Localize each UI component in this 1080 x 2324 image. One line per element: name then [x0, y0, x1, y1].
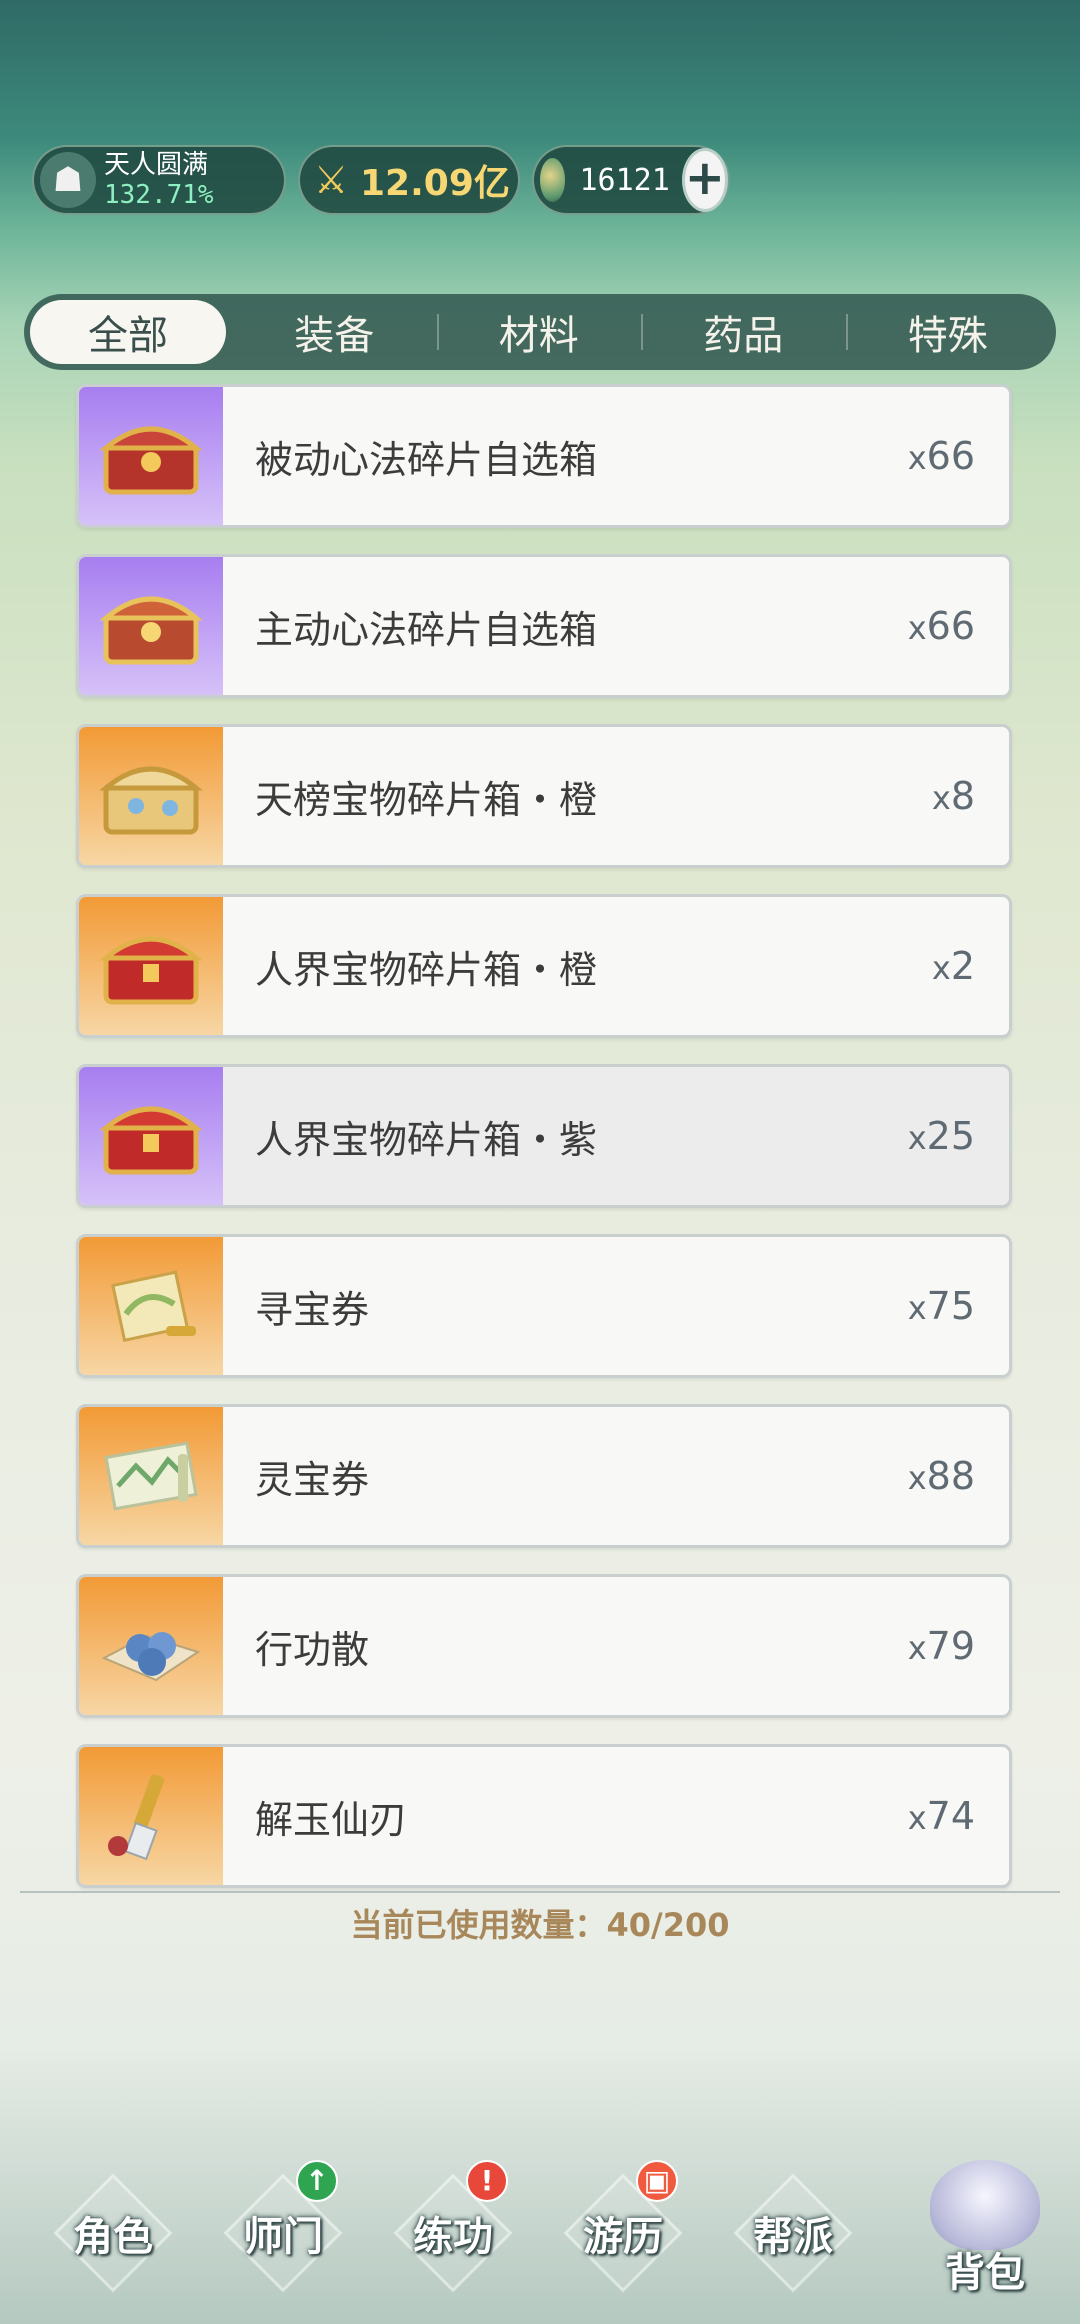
item-count: x79: [907, 1624, 975, 1668]
nav-travel[interactable]: 游历 ▣: [538, 2160, 708, 2293]
list-item[interactable]: 寻宝券 x75: [76, 1234, 1012, 1378]
combat-power-value: 12.09亿: [360, 163, 510, 204]
item-name: 灵宝券: [255, 1457, 370, 1502]
item-name: 人界宝物碎片箱・橙: [255, 947, 598, 992]
tab-all[interactable]: 全部: [30, 300, 226, 364]
list-item[interactable]: 天榜宝物碎片箱・橙 x8: [76, 724, 1012, 868]
realm-name: 天人圆满: [104, 150, 209, 180]
item-name: 天榜宝物碎片箱・橙: [255, 777, 598, 822]
treasure-chest-icon: [99, 596, 203, 665]
item-count: x66: [907, 604, 975, 648]
list-item[interactable]: 主动心法碎片自选箱 x66: [76, 554, 1012, 698]
crossed-swords-icon: ⚔: [313, 158, 349, 202]
category-tabs: 全部 装备 材料 药品 特殊: [24, 294, 1056, 370]
list-item[interactable]: 灵宝券 x88: [76, 1404, 1012, 1548]
tab-medicine[interactable]: 药品: [641, 300, 846, 364]
realm-percent: 132.71%: [104, 180, 214, 210]
item-thumbnail: [79, 1747, 223, 1885]
nav-label: 角色: [73, 2214, 153, 2260]
item-count: x75: [907, 1284, 975, 1328]
nav-label: 游历: [583, 2214, 663, 2260]
combat-power[interactable]: ⚔ 12.09亿: [298, 145, 520, 215]
realm-badge[interactable]: ☗ 天人圆满 132.71%: [32, 145, 286, 215]
tab-equipment[interactable]: 装备: [232, 300, 437, 364]
item-thumbnail: [79, 727, 223, 865]
item-count: x25: [907, 1114, 975, 1158]
item-name: 寻宝券: [255, 1287, 370, 1332]
nav-label: 师门: [243, 2214, 323, 2260]
nav-label: 练功: [413, 2214, 493, 2260]
item-name: 行功散: [255, 1627, 370, 1672]
scroll-icon: [111, 1270, 196, 1343]
nav-training[interactable]: 练功 !: [368, 2160, 538, 2293]
item-count: x66: [907, 434, 975, 478]
item-count: x74: [907, 1794, 975, 1838]
add-currency-button[interactable]: +: [681, 148, 728, 212]
status-bar: ☗ 天人圆满 132.71% ⚔ 12.09亿 16121 +: [32, 145, 730, 219]
item-count: x2: [931, 944, 975, 988]
cultivator-avatar-icon: ☗: [40, 152, 96, 208]
nav-character[interactable]: 角色: [28, 2173, 198, 2293]
treasure-chest-icon: [99, 1106, 203, 1175]
item-thumbnail: [79, 1237, 223, 1375]
scroll-map-icon: [104, 1441, 198, 1511]
tab-materials[interactable]: 材料: [436, 300, 642, 364]
item-name: 被动心法碎片自选箱: [255, 437, 598, 482]
item-thumbnail: [79, 1407, 223, 1545]
list-item[interactable]: 解玉仙刃 x74: [76, 1744, 1012, 1888]
nav-label: 帮派: [753, 2214, 833, 2260]
list-item[interactable]: 被动心法碎片自选箱 x66: [76, 384, 1012, 528]
item-name: 解玉仙刃: [255, 1797, 408, 1842]
list-divider: [20, 1891, 1060, 1893]
bag-icon: [930, 2160, 1040, 2250]
list-item[interactable]: 人界宝物碎片箱・紫 x25: [76, 1064, 1012, 1208]
treasure-chest-icon: [99, 766, 203, 835]
upgrade-arrow-icon: ↑: [296, 2160, 338, 2202]
treasure-chest-icon: [99, 936, 203, 1005]
tab-special[interactable]: 特殊: [845, 300, 1051, 364]
blade-icon: [108, 1774, 165, 1861]
jade-coin-icon: [540, 158, 566, 202]
item-thumbnail: [79, 1577, 223, 1715]
list-item[interactable]: 行功散 x79: [76, 1574, 1012, 1718]
item-name: 主动心法碎片自选箱: [255, 607, 598, 652]
pill-balls-icon: [101, 1632, 201, 1682]
alert-icon: !: [466, 2160, 508, 2202]
list-item[interactable]: 人界宝物碎片箱・橙 x2: [76, 894, 1012, 1038]
item-count: x8: [931, 774, 975, 818]
gift-box-icon: ▣: [636, 2160, 678, 2202]
item-thumbnail: [79, 557, 223, 695]
treasure-chest-icon: [99, 426, 203, 495]
item-name: 人界宝物碎片箱・紫: [255, 1117, 598, 1162]
nav-bag[interactable]: 背包: [910, 2150, 1060, 2324]
item-count: x88: [907, 1454, 975, 1498]
currency-bar: 16121 +: [532, 145, 730, 215]
bag-usage-text: 当前已使用数量：40/200: [350, 1906, 730, 1944]
nav-label: 背包: [945, 2250, 1025, 2296]
item-thumbnail: [79, 897, 223, 1035]
item-thumbnail: [79, 387, 223, 525]
nav-guild[interactable]: 帮派: [708, 2173, 878, 2293]
nav-sect[interactable]: 师门 ↑: [198, 2160, 368, 2293]
item-thumbnail: [79, 1067, 223, 1205]
bottom-nav: 角色 师门 ↑ 练功 ! 游历 ▣ 帮派 背包: [0, 2150, 1080, 2324]
currency-value: 16121: [579, 162, 670, 198]
item-list: 被动心法碎片自选箱 x66 主动心法碎片自选箱 x66 天榜宝物碎片箱・橙 x8…: [76, 384, 1012, 1914]
